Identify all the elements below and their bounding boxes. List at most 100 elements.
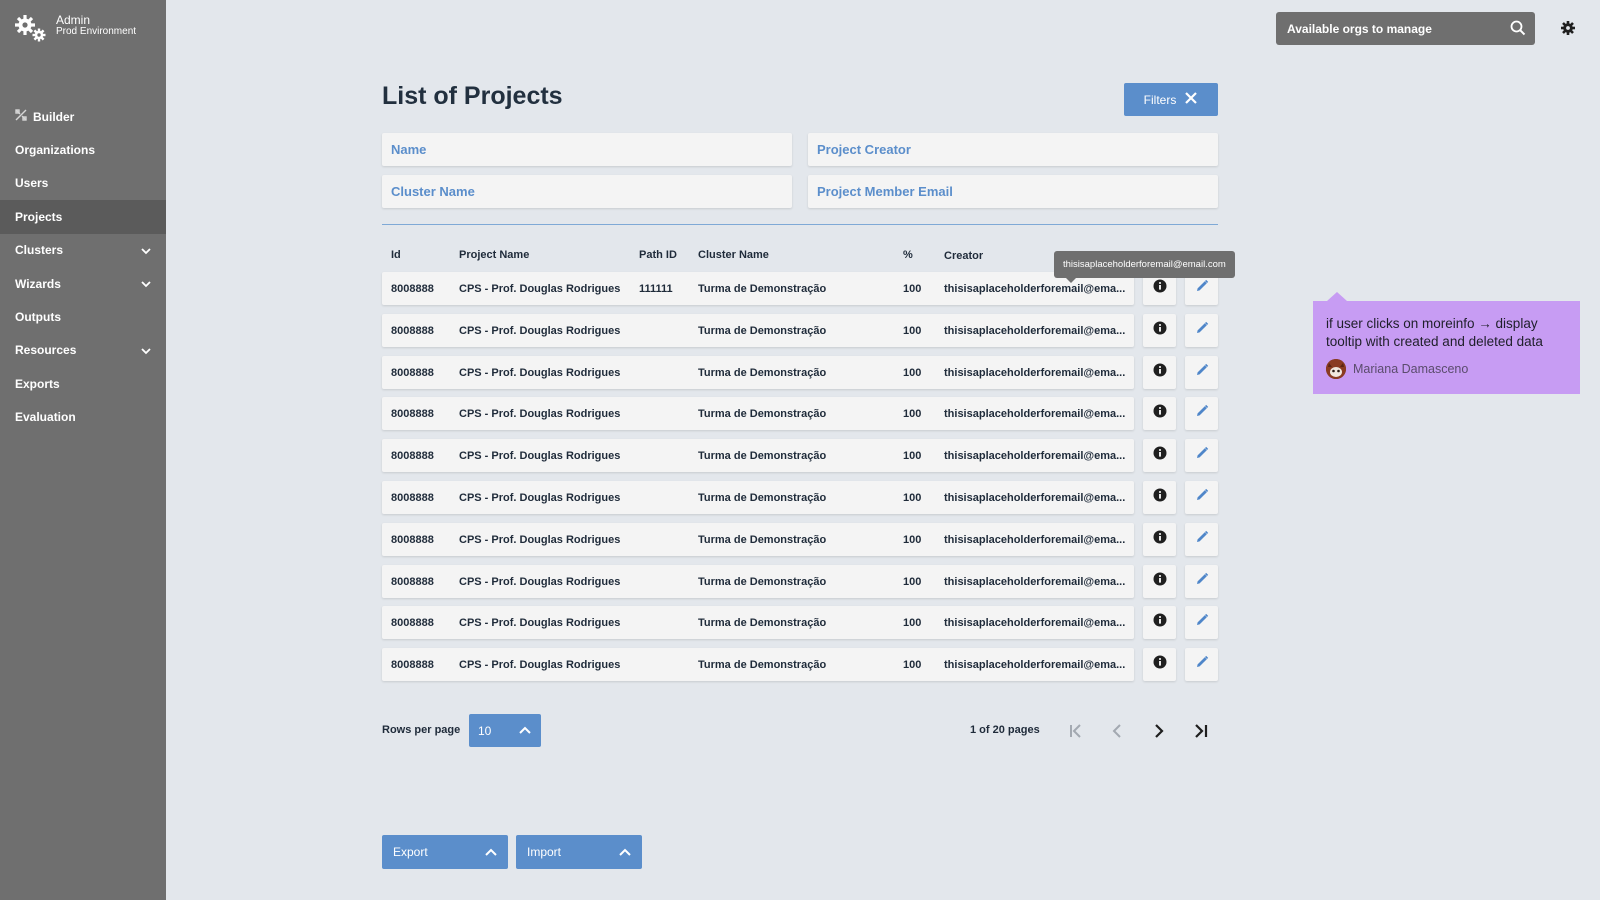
table-row[interactable]: 8008888 CPS - Prof. Douglas Rodrigues Turm… bbox=[382, 314, 1134, 347]
sidebar-item-resources[interactable]: Resources bbox=[0, 334, 166, 367]
sidebar-item-organizations[interactable]: Organizations bbox=[0, 133, 166, 166]
first-page-icon[interactable] bbox=[1064, 719, 1088, 743]
info-icon bbox=[1153, 404, 1167, 423]
search-icon[interactable] bbox=[1510, 20, 1526, 39]
import-button[interactable]: Import bbox=[516, 835, 642, 869]
cell-creator: thisisaplaceholderforemail@ema... bbox=[944, 283, 1126, 295]
cell-id: 8008888 bbox=[391, 408, 434, 420]
column-header-path-id[interactable]: Path ID bbox=[639, 249, 677, 261]
sidebar-item-evaluation[interactable]: Evaluation bbox=[0, 401, 166, 434]
cell-creator: thisisaplaceholderforemail@ema... bbox=[944, 492, 1126, 504]
more-info-button[interactable] bbox=[1143, 606, 1176, 639]
cell-cluster-name: Turma de Demonstração bbox=[698, 367, 827, 379]
email-tooltip: thisisaplaceholderforemail@email.com bbox=[1054, 251, 1235, 283]
avatar bbox=[1326, 359, 1346, 379]
pencil-icon bbox=[1195, 530, 1209, 549]
chevron-down-icon[interactable] bbox=[140, 345, 152, 360]
sidebar-item-label: Outputs bbox=[15, 310, 61, 325]
chevron-up-icon bbox=[518, 723, 532, 740]
next-page-icon[interactable] bbox=[1147, 719, 1171, 743]
edit-button[interactable] bbox=[1185, 439, 1218, 472]
table-row[interactable]: 8008888 CPS - Prof. Douglas Rodrigues Turm… bbox=[382, 648, 1134, 681]
more-info-button[interactable] bbox=[1143, 314, 1176, 347]
column-header-creator[interactable]: Creator bbox=[944, 250, 983, 262]
annotation-text: if user clicks on moreinfo → display too… bbox=[1326, 316, 1543, 349]
chevron-up-icon bbox=[618, 845, 632, 862]
name-filter-input[interactable] bbox=[382, 133, 792, 166]
filters-button[interactable]: Filters bbox=[1124, 83, 1218, 116]
chevron-down-icon[interactable] bbox=[140, 245, 152, 260]
column-header-id[interactable]: Id bbox=[391, 249, 401, 261]
cell-id: 8008888 bbox=[391, 367, 434, 379]
sidebar-item-projects[interactable]: Projects bbox=[0, 200, 166, 234]
cell-project-name: CPS - Prof. Douglas Rodrigues bbox=[459, 450, 621, 462]
builder-icon bbox=[15, 109, 27, 124]
table-row[interactable]: 8008888 CPS - Prof. Douglas Rodrigues Turm… bbox=[382, 481, 1134, 514]
table-row[interactable]: 8008888 CPS - Prof. Douglas Rodrigues Turm… bbox=[382, 397, 1134, 430]
pencil-icon bbox=[1195, 488, 1209, 507]
cell-cluster-name: Turma de Demonstração bbox=[698, 617, 827, 629]
sidebar-item-users[interactable]: Users bbox=[0, 167, 166, 200]
cell-cluster-name: Turma de Demonstração bbox=[698, 408, 827, 420]
last-page-icon[interactable] bbox=[1189, 719, 1213, 743]
gear-icon[interactable] bbox=[1560, 20, 1576, 41]
rows-per-page-select[interactable]: 10 bbox=[469, 714, 541, 747]
edit-button[interactable] bbox=[1185, 356, 1218, 389]
close-icon[interactable] bbox=[1184, 91, 1198, 108]
filters-label: Filters bbox=[1143, 92, 1177, 107]
creator-filter-input[interactable] bbox=[808, 133, 1218, 166]
more-info-button[interactable] bbox=[1143, 648, 1176, 681]
table-row[interactable]: 8008888 CPS - Prof. Douglas Rodrigues 1111… bbox=[382, 272, 1134, 305]
edit-button[interactable] bbox=[1185, 314, 1218, 347]
more-info-button[interactable] bbox=[1143, 439, 1176, 472]
prev-page-icon[interactable] bbox=[1106, 719, 1130, 743]
annotation-note: if user clicks on moreinfo → display too… bbox=[1313, 292, 1580, 394]
cell-project-name: CPS - Prof. Douglas Rodrigues bbox=[459, 534, 621, 546]
brand[interactable]: Admin Prod Environment bbox=[14, 14, 136, 44]
pencil-icon bbox=[1195, 655, 1209, 674]
import-label: Import bbox=[527, 845, 562, 859]
export-button[interactable]: Export bbox=[382, 835, 508, 869]
more-info-button[interactable] bbox=[1143, 481, 1176, 514]
page-info: 1 of 20 pages bbox=[970, 724, 1040, 736]
table-row[interactable]: 8008888 CPS - Prof. Douglas Rodrigues Turm… bbox=[382, 439, 1134, 472]
cluster-filter-input[interactable] bbox=[382, 175, 792, 208]
edit-button[interactable] bbox=[1185, 523, 1218, 556]
cell-cluster-name: Turma de Demonstração bbox=[698, 534, 827, 546]
table-row[interactable]: 8008888 CPS - Prof. Douglas Rodrigues Turm… bbox=[382, 606, 1134, 639]
cell-percent: 100 bbox=[903, 576, 922, 588]
sidebar-item-wizards[interactable]: Wizards bbox=[0, 267, 166, 300]
more-info-button[interactable] bbox=[1143, 356, 1176, 389]
sidebar-item-builder[interactable]: Builder bbox=[0, 100, 166, 133]
table-row[interactable]: 8008888 CPS - Prof. Douglas Rodrigues Turm… bbox=[382, 523, 1134, 556]
cell-cluster-name: Turma de Demonstração bbox=[698, 659, 827, 671]
cell-id: 8008888 bbox=[391, 534, 434, 546]
member-email-filter-input[interactable] bbox=[808, 175, 1218, 208]
chevron-down-icon[interactable] bbox=[140, 278, 152, 293]
column-header-percent[interactable]: % bbox=[903, 249, 913, 261]
column-header-project-name[interactable]: Project Name bbox=[459, 249, 529, 261]
sidebar-item-outputs[interactable]: Outputs bbox=[0, 300, 166, 333]
cell-project-name: CPS - Prof. Douglas Rodrigues bbox=[459, 408, 621, 420]
org-search-input[interactable] bbox=[1287, 21, 1497, 36]
info-icon bbox=[1153, 655, 1167, 674]
more-info-button[interactable] bbox=[1143, 523, 1176, 556]
cell-percent: 100 bbox=[903, 408, 922, 420]
more-info-button[interactable] bbox=[1143, 397, 1176, 430]
sidebar-item-clusters[interactable]: Clusters bbox=[0, 234, 166, 267]
edit-button[interactable] bbox=[1185, 648, 1218, 681]
edit-button[interactable] bbox=[1185, 606, 1218, 639]
cell-project-name: CPS - Prof. Douglas Rodrigues bbox=[459, 617, 621, 629]
table-row[interactable]: 8008888 CPS - Prof. Douglas Rodrigues Turm… bbox=[382, 565, 1134, 598]
sidebar-item-exports[interactable]: Exports bbox=[0, 367, 166, 400]
info-icon bbox=[1153, 572, 1167, 591]
edit-button[interactable] bbox=[1185, 397, 1218, 430]
sidebar-item-label: Organizations bbox=[15, 143, 96, 158]
edit-button[interactable] bbox=[1185, 481, 1218, 514]
table-row[interactable]: 8008888 CPS - Prof. Douglas Rodrigues Turm… bbox=[382, 356, 1134, 389]
edit-button[interactable] bbox=[1185, 565, 1218, 598]
column-header-cluster-name[interactable]: Cluster Name bbox=[698, 249, 769, 261]
page-title: List of Projects bbox=[382, 82, 563, 110]
more-info-button[interactable] bbox=[1143, 565, 1176, 598]
cell-project-name: CPS - Prof. Douglas Rodrigues bbox=[459, 367, 621, 379]
